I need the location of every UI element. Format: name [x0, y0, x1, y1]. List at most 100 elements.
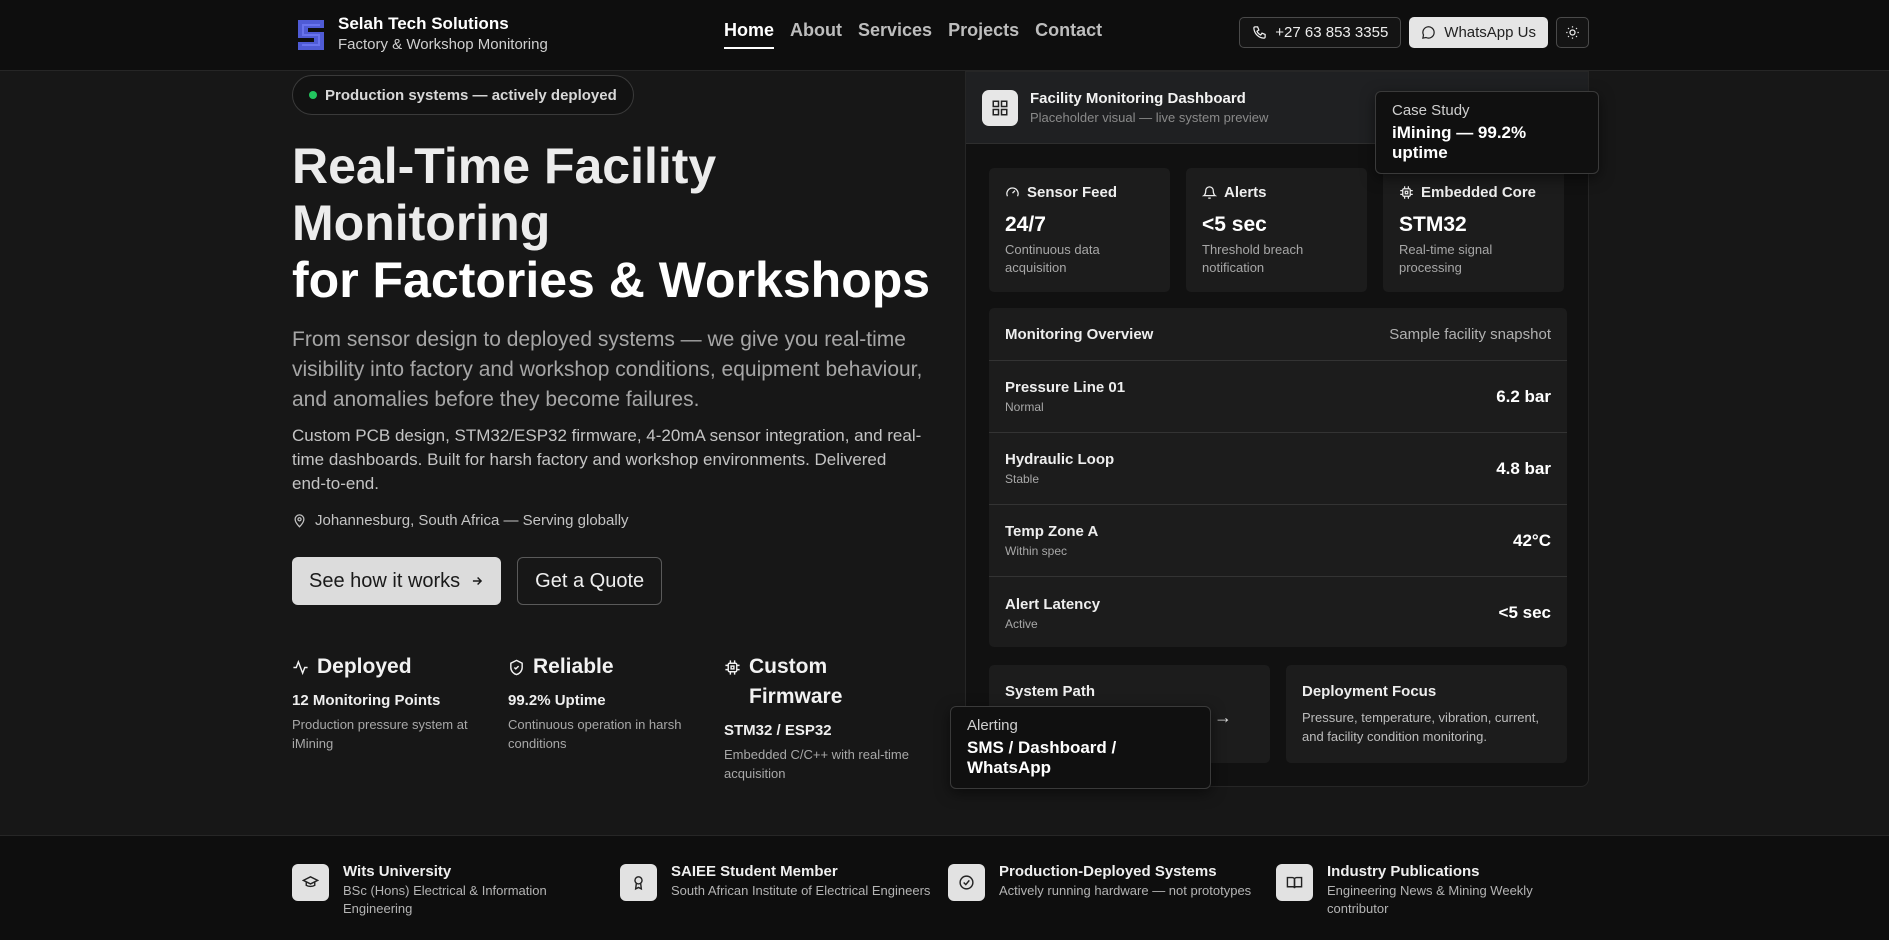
overview-header: Monitoring Overview Sample facility snap…	[989, 308, 1567, 361]
row-name: Temp Zone A	[1005, 523, 1099, 540]
nav-home[interactable]: Home	[724, 20, 775, 49]
activity-icon	[293, 659, 308, 676]
main-nav: Home About Services Projects Contact	[724, 20, 1102, 49]
award-icon	[634, 876, 643, 891]
stat-value: 99.2% Uptime	[508, 692, 606, 709]
row-value: <5 sec	[1498, 603, 1551, 622]
stat-note: Continuous operation in harsh conditions	[508, 717, 682, 751]
cta-group: See how it works Get a Quote	[292, 557, 663, 605]
map-pin-icon	[294, 514, 305, 528]
case-study-label: Case Study	[1392, 102, 1470, 119]
credential-icon-box	[292, 864, 329, 901]
credential-title: Production-Deployed Systems	[999, 863, 1217, 880]
tile-note: Continuous data acquisition	[1005, 242, 1100, 275]
credential-icon-box	[948, 864, 985, 901]
table-row: Temp Zone A Within spec 42°C	[989, 505, 1567, 577]
credential-sub: BSc (Hons) Electrical & Information Engi…	[343, 883, 547, 916]
hero-title-line2: Monitoring	[292, 195, 551, 251]
credential-sub: South African Institute of Electrical En…	[671, 883, 931, 898]
credential-icon-box	[1276, 864, 1313, 901]
row-status: Within spec	[1005, 544, 1068, 558]
row-name: Hydraulic Loop	[1005, 451, 1115, 468]
credential-sub: Actively running hardware — not prototyp…	[999, 883, 1252, 898]
case-study-callout: Case Study iMining — 99.2% uptime	[1375, 91, 1599, 174]
hero-subtitle: From sensor design to deployed systems —…	[292, 328, 923, 411]
nav-projects[interactable]: Projects	[948, 20, 1019, 49]
tile-alerts: Alerts <5 sec Threshold breach notificat…	[1186, 168, 1367, 292]
table-row: Pressure Line 01 Normal 6.2 bar	[989, 361, 1567, 433]
credential-icon-box	[620, 864, 657, 901]
row-status: Normal	[1005, 400, 1044, 414]
case-study-value: iMining — 99.2% uptime	[1392, 123, 1527, 162]
table-row: Hydraulic Loop Stable 4.8 bar	[989, 433, 1567, 505]
status-badge: Production systems — actively deployed	[292, 75, 634, 115]
table-row: Alert Latency Active <5 sec	[989, 577, 1567, 649]
tile-value: 24/7	[1005, 213, 1046, 236]
stat-value: 12 Monitoring Points	[292, 692, 441, 709]
tile-value: STM32	[1399, 213, 1467, 236]
brand[interactable]: Selah Tech Solutions Factory & Workshop …	[292, 14, 548, 56]
deployment-focus-title: Deployment Focus	[1302, 683, 1437, 700]
row-value: 4.8 bar	[1496, 458, 1551, 478]
brand-name: Selah Tech Solutions	[338, 14, 509, 33]
gauge-icon	[1006, 187, 1019, 197]
stat-custom-firmware: Custom Firmware STM32 / ESP32 Embedded C…	[724, 652, 940, 783]
dashboard-icon-box	[982, 89, 1018, 126]
credential-item: SAIEE Student Member South African Insti…	[620, 863, 948, 918]
location-text: Johannesburg, South Africa — Serving glo…	[315, 512, 629, 529]
credential-title: Industry Publications	[1327, 863, 1480, 880]
graduation-cap-icon	[302, 876, 319, 888]
hero-description: Custom PCB design, STM32/ESP32 firmware,…	[292, 426, 922, 493]
nav-contact[interactable]: Contact	[1035, 20, 1102, 49]
message-circle-icon	[1422, 26, 1436, 39]
stat-deployed: Deployed 12 Monitoring Points Production…	[292, 652, 508, 783]
credential-title: SAIEE Student Member	[671, 863, 838, 880]
shield-check-icon	[510, 659, 523, 676]
tile-note: Threshold breach notification	[1202, 242, 1304, 275]
stat-value: STM32 / ESP32	[724, 722, 832, 739]
tile-label: Sensor Feed	[1027, 184, 1118, 201]
arrow-right-icon: →	[1214, 707, 1232, 727]
header-actions: +27 63 853 3355 WhatsApp Us	[1239, 17, 1589, 48]
get-a-quote-button[interactable]: Get a Quote	[517, 557, 663, 605]
credential-sub: Engineering News & Mining Weekly contrib…	[1327, 883, 1533, 916]
overview-subtitle: Sample facility snapshot	[1389, 325, 1551, 343]
whatsapp-button[interactable]: WhatsApp Us	[1409, 17, 1548, 48]
row-value: 42°C	[1513, 530, 1551, 550]
nav-about[interactable]: About	[790, 20, 842, 49]
tile-note: Real-time signal processing	[1399, 242, 1493, 275]
brand-tagline: Factory & Workshop Monitoring	[338, 36, 548, 53]
book-open-icon	[1286, 876, 1303, 889]
bell-icon	[1202, 186, 1217, 199]
theme-toggle-button[interactable]	[1556, 17, 1589, 48]
status-badge-label: Production systems — actively deployed	[325, 86, 617, 104]
overview-title: Monitoring Overview	[1005, 325, 1154, 343]
logo-icon	[298, 20, 324, 50]
hero-stats: Deployed 12 Monitoring Points Production…	[292, 652, 940, 783]
row-value: 6.2 bar	[1496, 386, 1551, 406]
metric-tiles: Sensor Feed 24/7 Continuous data acquisi…	[989, 168, 1564, 292]
monitoring-overview: Monitoring Overview Sample facility snap…	[989, 308, 1567, 647]
credential-item: Wits University BSc (Hons) Electrical & …	[292, 863, 620, 918]
hero-title: Real-Time Facility Monitoring for Factor…	[292, 138, 932, 309]
phone-icon	[1253, 26, 1267, 39]
alerting-callout: Alerting SMS / Dashboard / WhatsApp	[950, 706, 1211, 789]
deployment-focus-card: Deployment Focus Pressure, temperature, …	[1286, 665, 1567, 763]
credential-title: Wits University	[343, 863, 452, 880]
cpu-icon	[1400, 186, 1413, 199]
status-dot-icon	[309, 91, 317, 99]
dashboard-title: Facility Monitoring Dashboard	[1030, 90, 1246, 107]
credential-item: Industry Publications Engineering News &…	[1276, 863, 1604, 918]
phone-button[interactable]: +27 63 853 3355	[1239, 17, 1402, 48]
tile-label: Alerts	[1224, 184, 1267, 201]
tile-sensor-feed: Sensor Feed 24/7 Continuous data acquisi…	[989, 168, 1170, 292]
nav-services[interactable]: Services	[858, 20, 932, 49]
site-header: Selah Tech Solutions Factory & Workshop …	[0, 0, 1889, 71]
stat-note: Embedded C/C++ with real-time acquisitio…	[724, 747, 909, 781]
stat-note: Production pressure system at iMining	[292, 717, 468, 751]
stat-title: Custom Firmware	[749, 655, 843, 708]
see-how-it-works-button[interactable]: See how it works	[292, 557, 502, 605]
row-name: Alert Latency	[1005, 595, 1101, 613]
row-name: Pressure Line 01	[1005, 379, 1126, 396]
chip-icon	[725, 660, 740, 675]
